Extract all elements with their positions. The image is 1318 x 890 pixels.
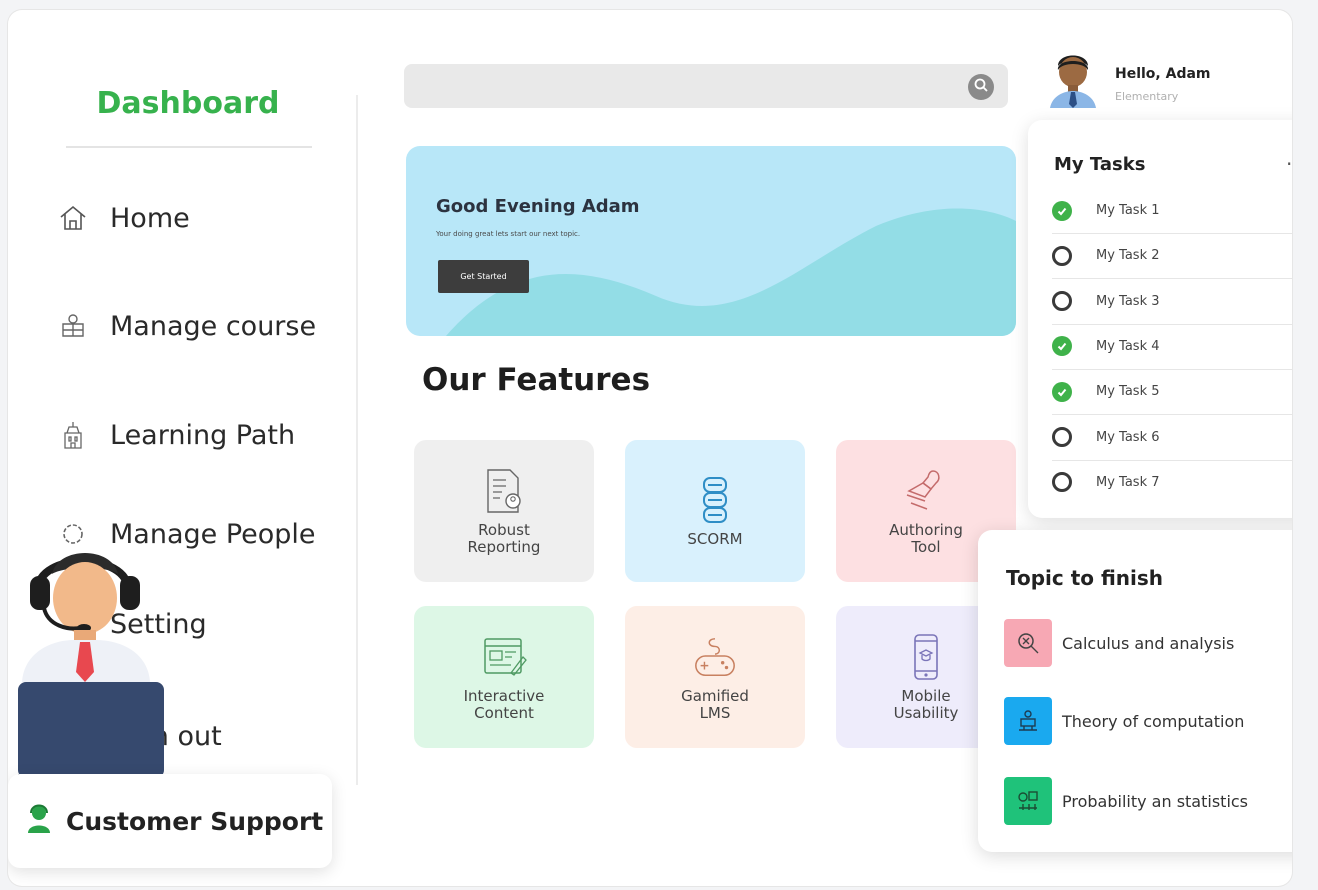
support-agent-icon: [26, 804, 52, 838]
topic-item-calculus[interactable]: Calculus and analysis: [1004, 618, 1234, 668]
user-avatar[interactable]: [1044, 48, 1102, 108]
feature-card-robust-reporting[interactable]: Robust Reporting: [414, 440, 594, 582]
report-icon: [481, 466, 527, 516]
topic-label: Probability an statistics: [1062, 791, 1249, 811]
task-row[interactable]: My Task 2☆: [1052, 233, 1292, 280]
topic-label: Theory of computation: [1062, 711, 1245, 731]
feature-card-label: SCORM: [687, 529, 743, 548]
welcome-banner: Good Evening Adam Your doing great lets …: [406, 146, 1016, 336]
task-label: My Task 7: [1096, 474, 1160, 490]
gamepad-icon: [692, 632, 738, 682]
support-agent-illustration: [8, 532, 168, 778]
feature-card-scorm[interactable]: SCORM: [625, 440, 805, 582]
brand-title: Dashboard: [96, 86, 280, 121]
task-incomplete-icon[interactable]: [1052, 245, 1072, 266]
topics-panel: Topic to finish Calculus and analysis Th…: [978, 530, 1292, 852]
computation-icon: [1004, 697, 1052, 745]
course-icon: [56, 309, 90, 343]
features-title: Our Features: [422, 362, 651, 398]
task-row[interactable]: My Task 7☆: [1052, 460, 1292, 505]
task-label: My Task 1: [1096, 203, 1160, 218]
task-complete-icon[interactable]: [1052, 381, 1072, 402]
customer-support-button[interactable]: Customer Support: [8, 774, 332, 868]
brand-divider: [66, 146, 312, 148]
topics-title: Topic to finish: [1006, 566, 1164, 590]
app-window: Dashboard Home Manage course Learning Pa…: [8, 10, 1292, 886]
search-button[interactable]: [968, 74, 994, 100]
sidebar-divider: [356, 95, 358, 785]
mobile-icon: [903, 632, 949, 682]
tasks-more-button[interactable]: ...: [1286, 146, 1292, 170]
user-level: Elementary: [1115, 90, 1179, 103]
sidebar-item-manage-course[interactable]: Manage course: [56, 306, 316, 346]
topic-item-statistics[interactable]: Probability an statistics: [1004, 776, 1248, 826]
topic-item-computation[interactable]: Theory of computation: [1004, 696, 1244, 746]
feature-card-label: Mobile Usability: [893, 687, 959, 722]
task-row[interactable]: My Task 1★: [1052, 188, 1292, 234]
banner-title: Good Evening Adam: [436, 196, 640, 217]
customer-support-label: Customer Support: [66, 806, 324, 836]
task-label: My Task 2: [1096, 248, 1160, 264]
task-row[interactable]: My Task 3☆: [1052, 279, 1292, 325]
banner-wave-decoration: [446, 208, 1016, 336]
feature-card-label: Interactive Content: [463, 687, 545, 722]
task-label: My Task 3: [1096, 293, 1160, 309]
calculus-icon: [1004, 619, 1052, 667]
search-input[interactable]: [404, 64, 1008, 108]
task-row[interactable]: My Task 5★: [1052, 369, 1292, 416]
feature-card-gamified-lms[interactable]: Gamified LMS: [625, 606, 805, 748]
statistics-icon: [1004, 777, 1052, 825]
search-icon: [973, 77, 989, 97]
task-label: My Task 6: [1096, 429, 1160, 445]
content-icon: [481, 632, 527, 682]
scorm-icon: [692, 475, 738, 525]
user-greeting: Hello, Adam: [1115, 66, 1211, 82]
stamp-icon: [903, 466, 949, 516]
feature-card-label: Robust Reporting: [467, 521, 541, 556]
sidebar-item-label: Learning Path: [110, 419, 296, 451]
sidebar-item-label: Home: [110, 202, 190, 234]
task-label: My Task 4: [1096, 338, 1160, 354]
my-tasks-panel: My Tasks ... My Task 1★My Task 2☆My Task…: [1028, 120, 1292, 518]
task-incomplete-icon[interactable]: [1052, 291, 1072, 312]
task-row[interactable]: My Task 6★: [1052, 415, 1292, 461]
task-label: My Task 5: [1096, 384, 1160, 400]
feature-card-label: Gamified LMS: [681, 687, 749, 722]
sidebar-item-learning-path[interactable]: Learning Path: [56, 415, 295, 455]
task-complete-icon[interactable]: [1052, 200, 1072, 221]
sidebar-item-home[interactable]: Home: [56, 198, 190, 238]
get-started-button[interactable]: Get Started: [438, 260, 529, 293]
banner-subtitle: Your doing great lets start our next top…: [436, 230, 581, 238]
task-incomplete-icon[interactable]: [1052, 472, 1072, 493]
home-icon: [56, 201, 90, 235]
task-incomplete-icon[interactable]: [1052, 427, 1072, 447]
topic-label: Calculus and analysis: [1062, 633, 1235, 653]
tasks-title: My Tasks: [1054, 154, 1146, 175]
task-row[interactable]: My Task 4☆: [1052, 324, 1292, 370]
task-complete-icon[interactable]: [1052, 336, 1072, 357]
sidebar-item-label: Manage course: [110, 310, 317, 342]
feature-card-label: Authoring Tool: [889, 521, 963, 556]
feature-card-interactive-content[interactable]: Interactive Content: [414, 606, 594, 748]
path-icon: [56, 418, 90, 452]
